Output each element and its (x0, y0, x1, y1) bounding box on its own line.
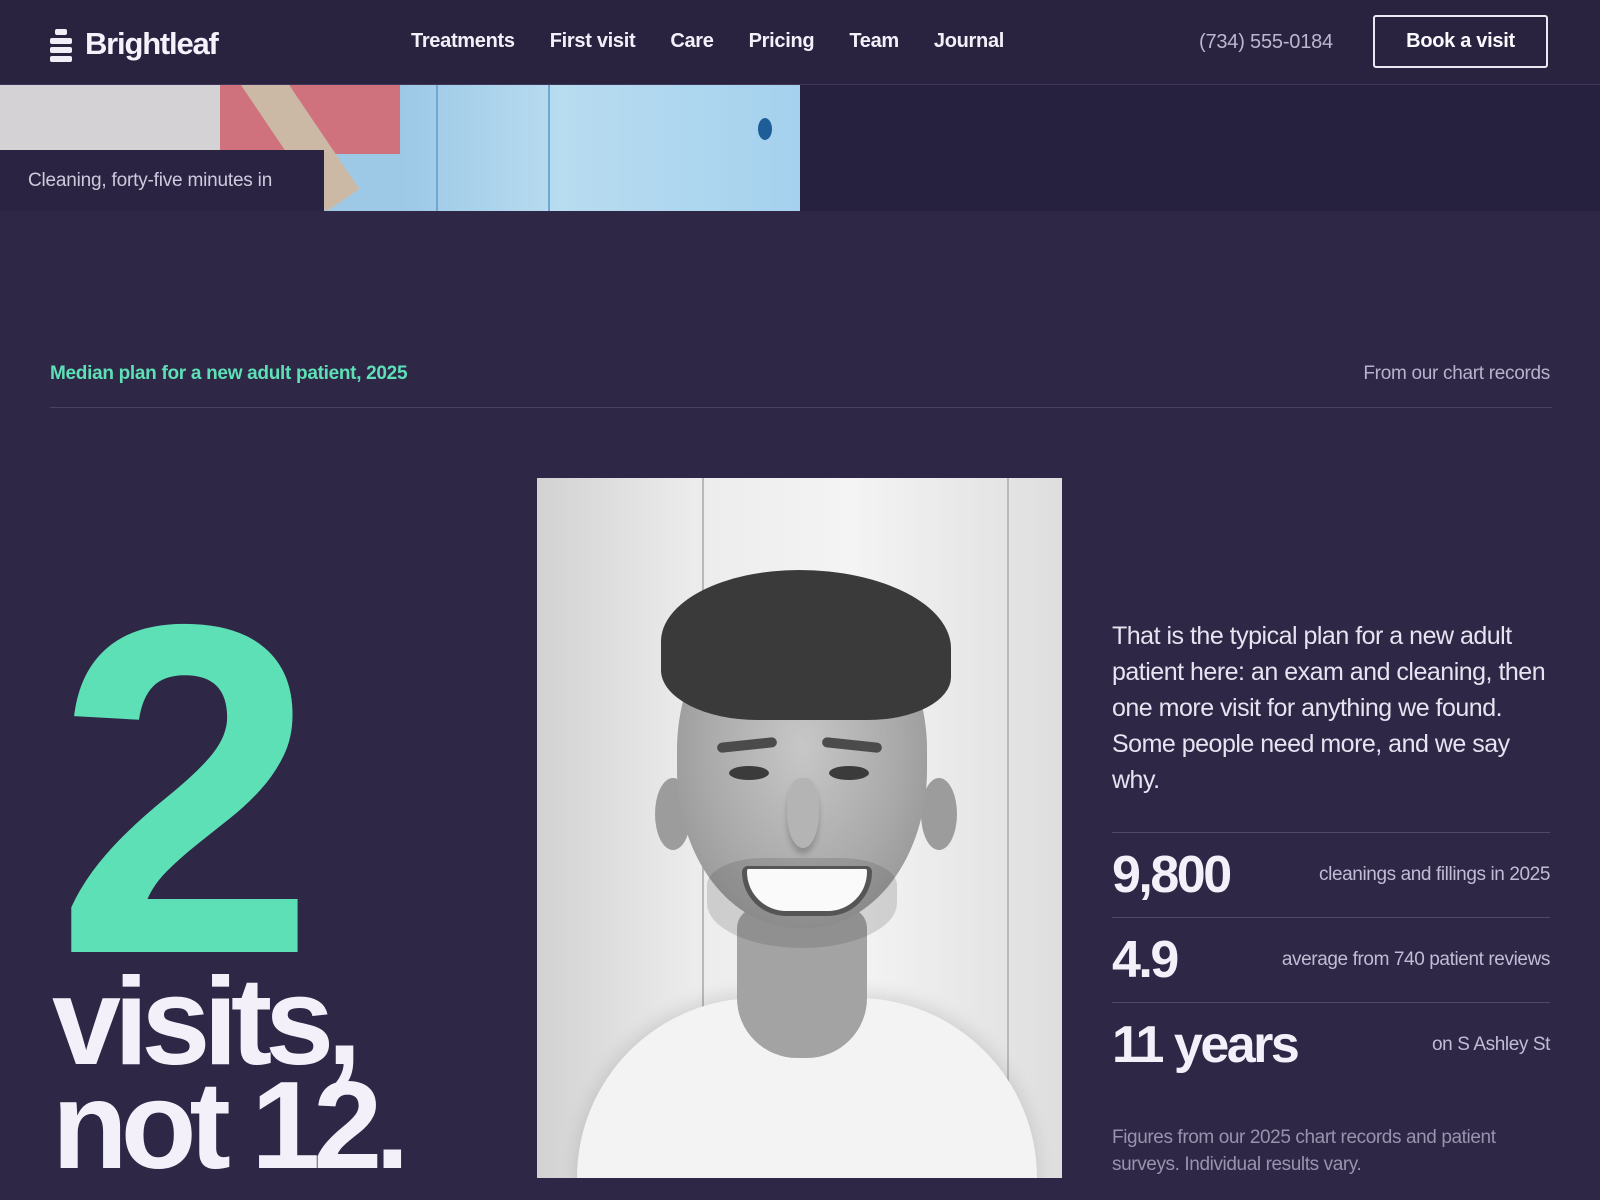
nav-item-pricing[interactable]: Pricing (749, 30, 815, 53)
nav-item-team[interactable]: Team (849, 30, 899, 53)
stat-label: cleanings and fillings in 2025 (1319, 864, 1550, 885)
stacked-bars-logo-icon (50, 27, 72, 62)
nav-item-journal[interactable]: Journal (934, 30, 1004, 53)
source-note: From our chart records (1363, 363, 1550, 384)
stat-label: on S Ashley St (1432, 1034, 1550, 1055)
brand-logo[interactable]: Brightleaf (50, 24, 219, 64)
stat-row: 4.9 average from 740 patient reviews (1112, 917, 1550, 1002)
brand-name: Brightleaf (85, 26, 219, 61)
site-header: Brightleaf Treatments First visit Care P… (0, 0, 1600, 85)
section-divider (50, 407, 1552, 408)
stat-label: average from 740 patient reviews (1281, 949, 1551, 970)
intro-paragraph: That is the typical plan for a new adult… (1112, 622, 1546, 794)
stat-headline: visits, not 12. (52, 960, 410, 1195)
section-kicker: Median plan for a new adult patient, 202… (50, 363, 408, 384)
stat-value: 9,800 (1112, 846, 1232, 904)
main-nav: Treatments First visit Care Pricing Team… (411, 30, 1039, 53)
hero-photo-band: Cleaning, forty-five minutes in (0, 84, 1600, 211)
nav-item-treatments[interactable]: Treatments (411, 30, 515, 53)
stat-row: 11 years on S Ashley St (1112, 1002, 1550, 1087)
phone-link[interactable]: (734) 555-0184 (1199, 31, 1333, 54)
stat-row: 9,800 cleanings and fillings in 2025 (1112, 832, 1550, 917)
dentist-portrait (537, 478, 1062, 1178)
nav-item-first-visit[interactable]: First visit (550, 30, 636, 53)
book-visit-button[interactable]: Book a visit (1373, 15, 1548, 68)
stats-footnote: Figures from our 2025 chart records and … (1112, 1127, 1496, 1175)
nav-item-care[interactable]: Care (670, 30, 714, 53)
headline-line-2: not 12. (52, 1057, 410, 1195)
stat-value: 4.9 (1112, 931, 1179, 989)
stat-value: 11 years (1112, 1016, 1300, 1074)
stats-list: 9,800 cleanings and fillings in 2025 4.9… (1112, 832, 1550, 1087)
photo-caption: Cleaning, forty-five minutes in (0, 150, 324, 211)
